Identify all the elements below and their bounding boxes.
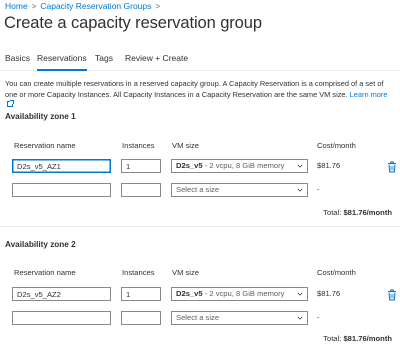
vm-size-select[interactable]: D2s_v5 - 2 vcpu, 8 GiB memory xyxy=(171,159,308,173)
chevron-down-icon xyxy=(297,292,303,296)
instances-input[interactable] xyxy=(121,311,161,325)
description: You can create multiple reservations in … xyxy=(5,79,395,111)
breadcrumb: Home > Capacity Reservation Groups > xyxy=(5,0,164,12)
zone-2-total: Total: $81.76/month xyxy=(323,334,392,343)
reservation-name-input[interactable] xyxy=(12,183,111,197)
zone-1-title: Availability zone 1 xyxy=(5,112,76,121)
vm-size-select[interactable]: Select a size xyxy=(171,183,308,197)
breadcrumb-separator: > xyxy=(155,1,161,11)
zone-2-total-value: $81.76/month xyxy=(343,334,392,343)
trash-icon[interactable] xyxy=(387,289,397,301)
column-header-cost: Cost/month xyxy=(317,268,356,277)
reservation-name-input[interactable] xyxy=(12,287,111,301)
column-header-vm-size: VM size xyxy=(172,268,200,277)
column-header-cost: Cost/month xyxy=(317,141,356,150)
zone-2-title: Availability zone 2 xyxy=(5,240,76,249)
vm-size-detail: - 2 vcpu, 8 GiB memory xyxy=(202,289,285,298)
column-header-name: Reservation name xyxy=(14,141,76,150)
page-title: Create a capacity reservation group xyxy=(4,14,262,32)
vm-size-select[interactable]: D2s_v5 - 2 vcpu, 8 GiB memory xyxy=(171,287,308,301)
breadcrumb-home-link[interactable]: Home xyxy=(5,1,28,11)
column-header-instances: Instances xyxy=(122,141,155,150)
tab-basics[interactable]: Basics xyxy=(5,50,30,70)
cost-value: - xyxy=(317,313,320,322)
vm-size-name: D2s_v5 xyxy=(176,289,203,298)
breadcrumb-capacity-groups-link[interactable]: Capacity Reservation Groups xyxy=(40,1,151,11)
column-header-vm-size: VM size xyxy=(172,141,200,150)
instances-input[interactable] xyxy=(121,159,161,173)
tab-tags[interactable]: Tags xyxy=(95,50,113,70)
external-link-icon xyxy=(7,100,14,107)
zone-1-total: Total: $81.76/month xyxy=(323,208,392,217)
vm-size-placeholder: Select a size xyxy=(176,185,220,194)
vm-size-detail: - 2 vcpu, 8 GiB memory xyxy=(202,161,285,170)
breadcrumb-separator: > xyxy=(31,1,37,11)
trash-icon[interactable] xyxy=(387,161,397,173)
reservation-name-input[interactable] xyxy=(12,311,111,325)
zone-1-total-value: $81.76/month xyxy=(343,208,392,217)
cost-value: - xyxy=(317,185,320,194)
tab-review-create[interactable]: Review + Create xyxy=(125,50,188,70)
tab-reservations[interactable]: Reservations xyxy=(37,50,87,71)
vm-size-select[interactable]: Select a size xyxy=(171,311,308,325)
instances-input[interactable] xyxy=(121,287,161,301)
zone-divider xyxy=(0,226,400,227)
column-header-instances: Instances xyxy=(122,268,155,277)
description-text: You can create multiple reservations in … xyxy=(5,79,384,99)
chevron-down-icon xyxy=(297,164,303,168)
column-header-name: Reservation name xyxy=(14,268,76,277)
vm-size-placeholder: Select a size xyxy=(176,313,220,322)
chevron-down-icon xyxy=(297,188,303,192)
reservation-name-input[interactable] xyxy=(12,159,111,173)
cost-value: $81.76 xyxy=(317,289,341,298)
cost-value: $81.76 xyxy=(317,161,341,170)
chevron-down-icon xyxy=(297,316,303,320)
vm-size-name: D2s_v5 xyxy=(176,161,203,170)
instances-input[interactable] xyxy=(121,183,161,197)
tab-bar: Basics Reservations Tags Review + Create xyxy=(0,50,400,71)
